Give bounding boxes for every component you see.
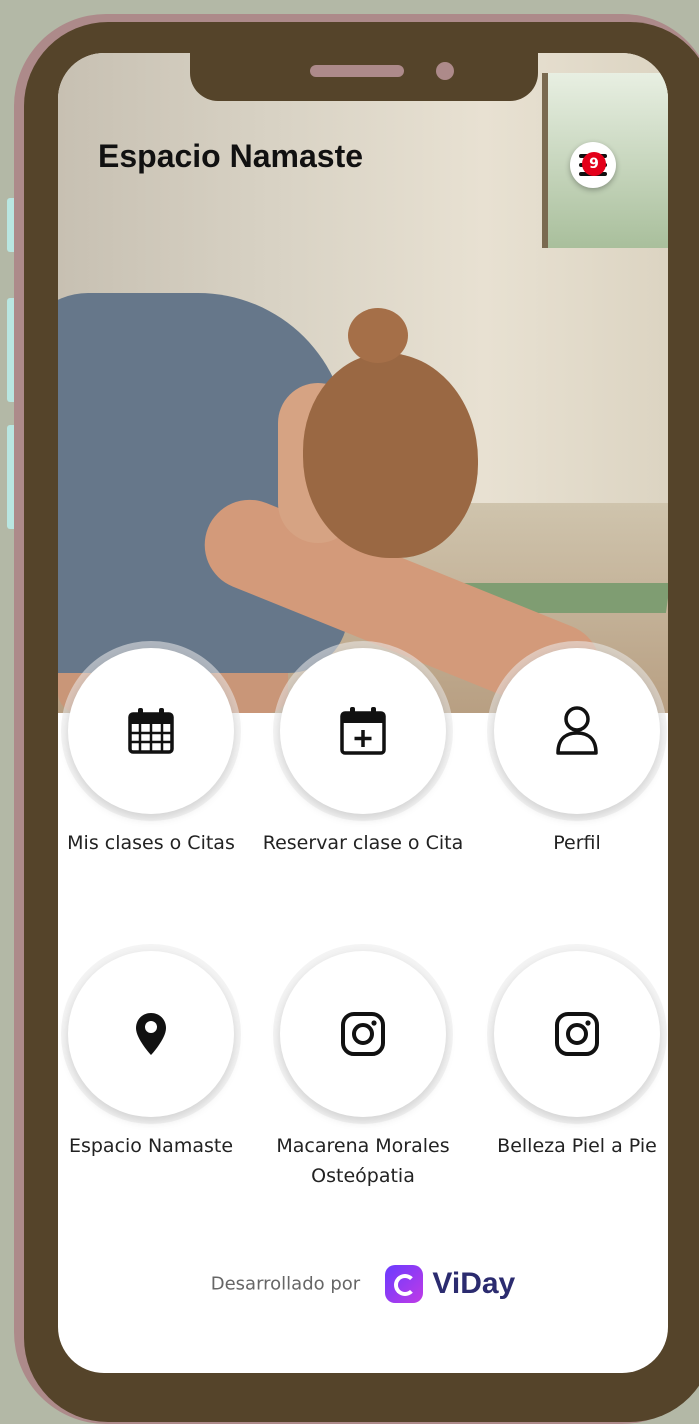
notification-badge: 9: [582, 152, 606, 176]
app-title: Espacio Namaste: [98, 138, 364, 174]
tile-label: Belleza Piel a Pie: [497, 1135, 657, 1157]
calendar-add-icon: [340, 707, 386, 755]
instagram-icon: [341, 1012, 385, 1056]
tile-label: Perfil: [553, 832, 601, 854]
tile-label: Reservar clase o Cita: [262, 832, 464, 854]
location-pin-icon: [136, 1013, 166, 1055]
notifications-button[interactable]: 9: [570, 142, 616, 188]
tile-label: Mis clases o Citas: [67, 832, 235, 854]
instagram-icon: [555, 1012, 599, 1056]
footer: Desarrollado por ViDay: [58, 1265, 668, 1303]
speaker-icon: [310, 65, 404, 77]
viday-logo-icon[interactable]: [385, 1265, 424, 1303]
developed-by-text: Desarrollado por: [210, 1273, 361, 1295]
tile-label: Macarena Morales Osteópatia: [276, 1135, 450, 1187]
calendar-icon: [128, 708, 174, 754]
tile-label: Espacio Namaste: [68, 1135, 234, 1157]
app-screen: Espacio Namaste 9 Mis clases o Citas Res…: [58, 53, 668, 1373]
viday-brand[interactable]: ViDay: [432, 1267, 515, 1300]
user-icon: [556, 706, 598, 755]
camera-icon: [436, 62, 454, 80]
phone-notch: [190, 53, 538, 101]
